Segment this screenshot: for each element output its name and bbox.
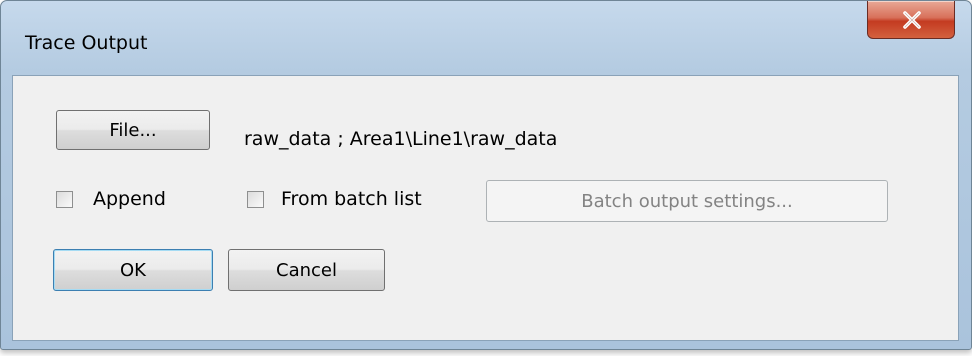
file-button[interactable]: File...: [56, 110, 210, 150]
dialog-window: Trace Output File... raw_data ; Area1\Li…: [0, 0, 972, 350]
close-icon: [903, 11, 921, 29]
window-title: Trace Output: [25, 32, 148, 54]
close-button[interactable]: [867, 1, 955, 39]
append-checkbox[interactable]: [56, 191, 73, 208]
batch-output-settings-button[interactable]: Batch output settings...: [486, 180, 888, 222]
file-path: raw_data ; Area1\Line1\raw_data: [244, 128, 558, 150]
ok-button[interactable]: OK: [53, 249, 213, 291]
from-batch-list-checkbox[interactable]: [247, 191, 264, 208]
file-button-label: File...: [109, 119, 157, 141]
cancel-button[interactable]: Cancel: [228, 249, 385, 291]
from-batch-list-label[interactable]: From batch list: [281, 188, 422, 210]
ok-button-label: OK: [120, 259, 146, 281]
append-label[interactable]: Append: [93, 188, 166, 210]
title-bar[interactable]: Trace Output: [1, 1, 971, 73]
dialog-content: File... raw_data ; Area1\Line1\raw_data …: [12, 75, 959, 341]
batch-output-settings-label: Batch output settings...: [581, 190, 793, 212]
cancel-button-label: Cancel: [276, 259, 337, 281]
